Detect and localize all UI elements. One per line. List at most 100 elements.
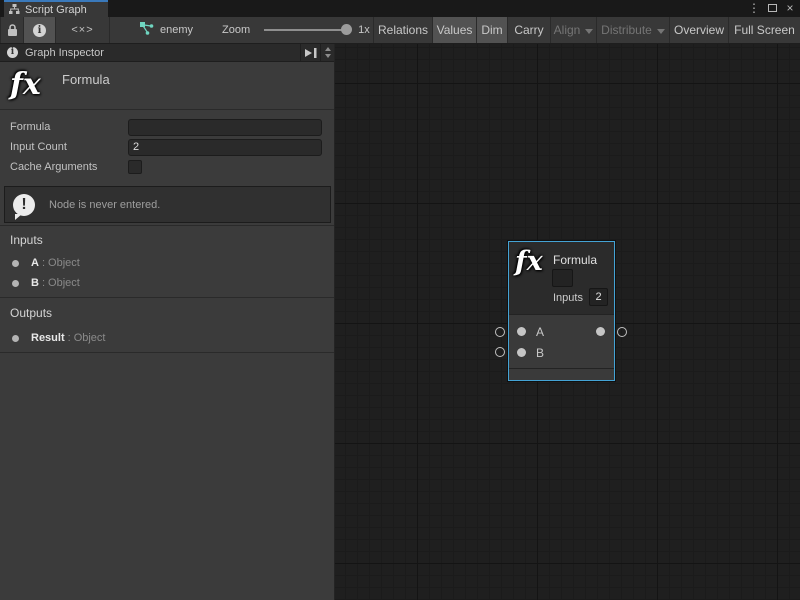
port-name: A xyxy=(31,257,39,269)
port-separator: : xyxy=(42,277,45,289)
formula-node-body: A B xyxy=(509,315,614,368)
graph-hierarchy-icon xyxy=(9,4,20,15)
values-button[interactable]: Values xyxy=(433,17,477,43)
full-screen-button[interactable]: Full Screen xyxy=(729,17,800,43)
warning-text: Node is never entered. xyxy=(49,199,160,211)
inspector-toggle-button[interactable]: i xyxy=(24,17,56,43)
port-row-result: Result : Object xyxy=(0,330,334,346)
divider xyxy=(0,352,334,353)
node-formula-input[interactable] xyxy=(552,269,573,287)
warning-box: ! Node is never entered. xyxy=(4,186,331,223)
external-port-ring-b[interactable] xyxy=(495,347,505,357)
inspector-title: Graph Inspector xyxy=(25,47,300,59)
full-screen-label: Full Screen xyxy=(734,23,795,37)
port-row-a: A : Object xyxy=(0,255,334,271)
port-row-b: B : Object xyxy=(0,275,334,291)
output-port-result[interactable] xyxy=(596,327,605,336)
inspector-header: i Graph Inspector xyxy=(0,44,334,62)
input-port-a[interactable] xyxy=(517,327,526,336)
divider xyxy=(0,297,334,298)
port-type: Object xyxy=(48,257,80,269)
graph-asset-icon xyxy=(140,22,154,38)
node-input-count-field[interactable]: 2 xyxy=(589,288,608,306)
formula-node-footer xyxy=(509,368,614,379)
unit-header: fx Formula xyxy=(0,62,334,110)
unit-title: Formula xyxy=(62,72,110,87)
carry-button[interactable]: Carry xyxy=(508,17,551,43)
chevron-down-icon xyxy=(585,29,593,34)
align-label: Align xyxy=(554,23,581,37)
graph-canvas[interactable]: fx Formula Inputs 2 A B xyxy=(335,44,800,600)
formula-input[interactable] xyxy=(128,119,322,136)
relations-label: Relations xyxy=(378,23,428,37)
arrow-up-icon xyxy=(325,47,331,51)
arrow-down-icon xyxy=(325,54,331,58)
inputs-section-title: Inputs xyxy=(10,233,43,247)
formula-fx-icon: fx xyxy=(10,62,41,108)
port-separator: : xyxy=(42,257,45,269)
zoom-slider[interactable] xyxy=(264,29,350,31)
zoom-slider-handle[interactable] xyxy=(341,24,352,35)
graph-name-label: enemy xyxy=(160,24,193,36)
node-port-label: A xyxy=(536,325,544,339)
info-icon: i xyxy=(7,47,18,58)
window-controls: ⋮ × xyxy=(747,0,797,17)
port-dot-icon xyxy=(12,260,19,267)
maximize-icon xyxy=(768,4,777,12)
code-preview-button[interactable]: <×> xyxy=(56,17,110,43)
warning-bubble-icon: ! xyxy=(13,194,35,216)
dock-panel-button[interactable] xyxy=(300,44,320,61)
port-name: B xyxy=(31,277,39,289)
align-button: Align xyxy=(551,17,597,43)
window-close-button[interactable]: × xyxy=(783,1,797,16)
chevron-down-icon xyxy=(657,29,665,34)
graph-inspector-panel: i Graph Inspector fx Formula Formula Inp… xyxy=(0,44,335,600)
overview-button[interactable]: Overview xyxy=(670,17,729,43)
window-maximize-button[interactable] xyxy=(765,1,779,16)
formula-node[interactable]: fx Formula Inputs 2 A B xyxy=(508,241,615,381)
overview-label: Overview xyxy=(674,23,724,37)
port-type: Object xyxy=(48,277,80,289)
carry-label: Carry xyxy=(514,23,543,37)
outputs-section-title: Outputs xyxy=(10,306,52,320)
main-area: i Graph Inspector fx Formula Formula Inp… xyxy=(0,44,800,600)
zoom-value: 1x xyxy=(358,24,370,36)
values-label: Values xyxy=(437,23,473,37)
external-port-ring-a[interactable] xyxy=(495,327,505,337)
port-separator: : xyxy=(68,332,71,344)
node-port-label: B xyxy=(536,346,544,360)
distribute-label: Distribute xyxy=(601,23,652,37)
dim-button[interactable]: Dim xyxy=(477,17,508,43)
formula-field-label: Formula xyxy=(10,119,50,135)
input-port-b[interactable] xyxy=(517,348,526,357)
cache-arguments-label: Cache Arguments xyxy=(10,159,97,175)
formula-fx-icon: fx xyxy=(515,246,543,277)
cache-arguments-checkbox[interactable] xyxy=(128,160,142,174)
distribute-button: Distribute xyxy=(597,17,670,43)
node-title: Formula xyxy=(553,253,597,267)
node-input-row-b: B xyxy=(509,342,614,363)
node-inputs-label: Inputs xyxy=(553,292,583,304)
info-icon: i xyxy=(33,24,46,37)
port-type: Object xyxy=(74,332,106,344)
input-count-label: Input Count xyxy=(10,139,67,155)
port-dot-icon xyxy=(12,280,19,287)
graph-toolbar: i <×> enemy Zoom 1x Relations Values Dim… xyxy=(0,17,800,44)
dock-right-icon xyxy=(305,48,317,58)
input-count-input[interactable]: 2 xyxy=(128,139,322,156)
tab-title: Script Graph xyxy=(25,4,87,16)
formula-node-header[interactable]: fx Formula Inputs 2 xyxy=(509,242,614,315)
panel-scroll-stepper[interactable] xyxy=(320,44,334,61)
tab-script-graph[interactable]: Script Graph xyxy=(4,0,108,17)
lock-button[interactable] xyxy=(0,17,24,43)
external-port-ring-result[interactable] xyxy=(617,327,627,337)
lock-icon xyxy=(7,24,18,37)
zoom-control: Zoom 1x xyxy=(222,17,370,43)
tab-bar: Script Graph ⋮ × xyxy=(0,0,800,17)
port-dot-icon xyxy=(12,335,19,342)
port-name: Result xyxy=(31,332,65,344)
graph-breadcrumb[interactable]: enemy xyxy=(140,17,193,43)
window-menu-button[interactable]: ⋮ xyxy=(747,1,761,16)
divider xyxy=(0,225,334,226)
relations-button[interactable]: Relations xyxy=(373,17,433,43)
